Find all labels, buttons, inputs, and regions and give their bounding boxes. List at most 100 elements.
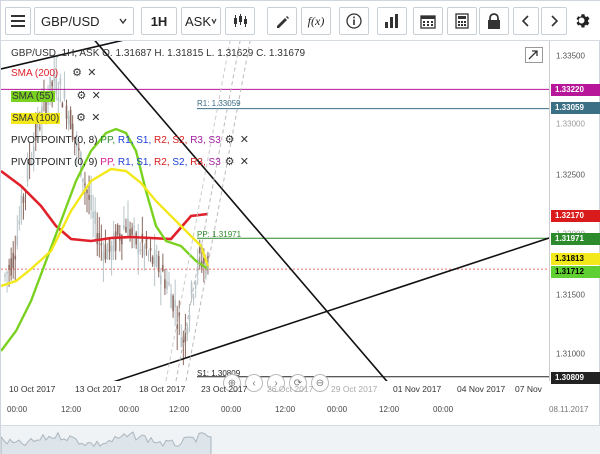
sma200-line — [1, 169, 209, 243]
candle-body — [84, 183, 86, 186]
candle-body — [125, 226, 127, 233]
candle-body — [10, 258, 12, 276]
navigator-chart[interactable] — [0, 426, 600, 454]
candle-body — [162, 265, 164, 272]
gear-icon — [576, 14, 590, 28]
lock-icon — [488, 13, 500, 29]
candle-body — [143, 246, 146, 256]
calculator-icon — [455, 13, 469, 29]
pencil-icon — [277, 16, 289, 28]
candle-body — [104, 244, 107, 260]
close-icon[interactable]: ✕ — [238, 133, 250, 147]
volume-button[interactable] — [377, 7, 407, 35]
legend-sma55[interactable]: SMA (55) ⚙ ✕ — [11, 89, 102, 103]
calendar-button[interactable] — [413, 7, 443, 35]
close-icon[interactable]: ✕ — [90, 111, 102, 125]
time-label: 12:00 — [275, 405, 296, 414]
info-icon — [346, 13, 362, 29]
candle-body — [190, 282, 193, 295]
price-side-select[interactable]: ASK — [181, 7, 221, 35]
candle-body — [186, 327, 189, 334]
candle-body — [123, 225, 125, 229]
candle-body — [178, 312, 181, 316]
gear-icon[interactable]: ⚙ — [224, 155, 236, 169]
time-label: 12:00 — [379, 405, 400, 414]
candle-body — [90, 194, 92, 211]
gear-icon[interactable]: ⚙ — [75, 89, 87, 103]
menu-button[interactable] — [5, 7, 31, 35]
info-button[interactable] — [339, 7, 369, 35]
draw-tool-button[interactable] — [267, 7, 297, 35]
chevron-left-icon — [522, 15, 529, 27]
price-tick: 1.31000 — [556, 349, 585, 359]
candle-body — [170, 293, 172, 309]
legend-pivot-09[interactable]: PIVOTPOINT (0, 9) PP, R1, S1, R2, S2, R3… — [11, 155, 250, 169]
expand-button[interactable] — [525, 47, 543, 63]
gear-icon[interactable]: ⚙ — [224, 133, 236, 147]
gear-icon[interactable]: ⚙ — [71, 66, 83, 80]
legend-sma100-label: SMA (100) — [11, 113, 61, 124]
settings-button[interactable] — [571, 7, 595, 35]
redo-button[interactable] — [541, 7, 567, 35]
timeframe-select[interactable]: 1H — [141, 7, 177, 35]
legend-pivot-08[interactable]: PIVOTPOINT (0, 8) PP, R1, S1, R2, S2, R3… — [11, 133, 250, 147]
candle-body — [102, 251, 105, 261]
time-label: 00:00 — [7, 405, 28, 414]
candle-body — [22, 196, 25, 204]
candle-body — [172, 295, 174, 312]
lock-button[interactable] — [479, 7, 509, 35]
close-icon[interactable]: ✕ — [86, 66, 98, 80]
candle-body — [198, 247, 201, 254]
legend-sma200[interactable]: SMA (200) ⚙ ✕ — [11, 66, 98, 80]
legend-s3-label: S3 — [208, 157, 221, 168]
chevron-right-icon — [551, 15, 558, 27]
chart-type-button[interactable] — [225, 7, 255, 35]
pp-level-label: PP: 1.31971 — [197, 230, 242, 239]
legend-sma100[interactable]: SMA (100) ⚙ ✕ — [11, 111, 102, 125]
candle-body — [92, 211, 94, 218]
candle-body — [88, 194, 90, 200]
symbol-label: GBP/USD — [41, 13, 100, 29]
time-label: 00:00 — [433, 405, 454, 414]
price-badge-sma100: 1.31813 — [551, 253, 600, 265]
candle-body — [110, 245, 113, 260]
candle-body — [153, 250, 156, 267]
legend-pivot-08-label: PIVOTPOINT (0, 8) — [11, 135, 98, 146]
legend-r2-label: R2, — [154, 157, 170, 168]
navigator-strip[interactable] — [0, 425, 600, 454]
candle-body — [108, 238, 111, 252]
candle-body — [18, 220, 21, 225]
candle-body — [188, 314, 191, 321]
price-badge-resistance: 1.33220 — [551, 84, 600, 96]
date-label: 01 Nov 2017 — [393, 384, 442, 394]
price-badge-r1: 1.33059 — [551, 102, 600, 114]
gear-icon[interactable]: ⚙ — [75, 111, 87, 125]
legend-pp-label: PP, — [100, 157, 116, 168]
legend-s2-label: S2, — [172, 157, 188, 168]
price-badge-s1: 1.30809 — [551, 372, 600, 384]
date-label: 29 Oct 2017 — [331, 384, 378, 394]
close-icon[interactable]: ✕ — [238, 155, 250, 169]
candle-body — [207, 256, 209, 259]
date-label: 13 Oct 2017 — [75, 384, 122, 394]
time-label: 00:00 — [119, 405, 140, 414]
legend-r1-label: R1, — [117, 135, 134, 146]
indicator-legend: SMA (200) ⚙ ✕ SMA (55) ⚙ ✕ SMA (100) ⚙ ✕… — [1, 45, 301, 175]
candle-body — [112, 233, 115, 252]
indicators-button[interactable]: f(x) — [301, 7, 331, 35]
bar-chart-icon — [385, 14, 398, 28]
calculator-button[interactable] — [447, 7, 477, 35]
symbol-select[interactable]: GBP/USD — [34, 7, 134, 35]
candle-body — [180, 337, 183, 347]
price-badge-sma200: 1.32170 — [551, 210, 600, 222]
candle-body — [166, 281, 168, 290]
date-label: 07 Nov — [515, 384, 542, 394]
undo-button[interactable] — [513, 7, 539, 35]
price-axis[interactable]: 1.33500 1.33000 1.32500 1.32000 1.31500 … — [549, 41, 600, 384]
r1-level-label: R1: 1.33059 — [197, 99, 241, 108]
time-label: 00:00 — [327, 405, 348, 414]
close-icon[interactable]: ✕ — [90, 89, 102, 103]
price-tick: 1.33000 — [556, 119, 585, 129]
candle-body — [4, 274, 6, 277]
candlestick-icon — [234, 14, 247, 27]
